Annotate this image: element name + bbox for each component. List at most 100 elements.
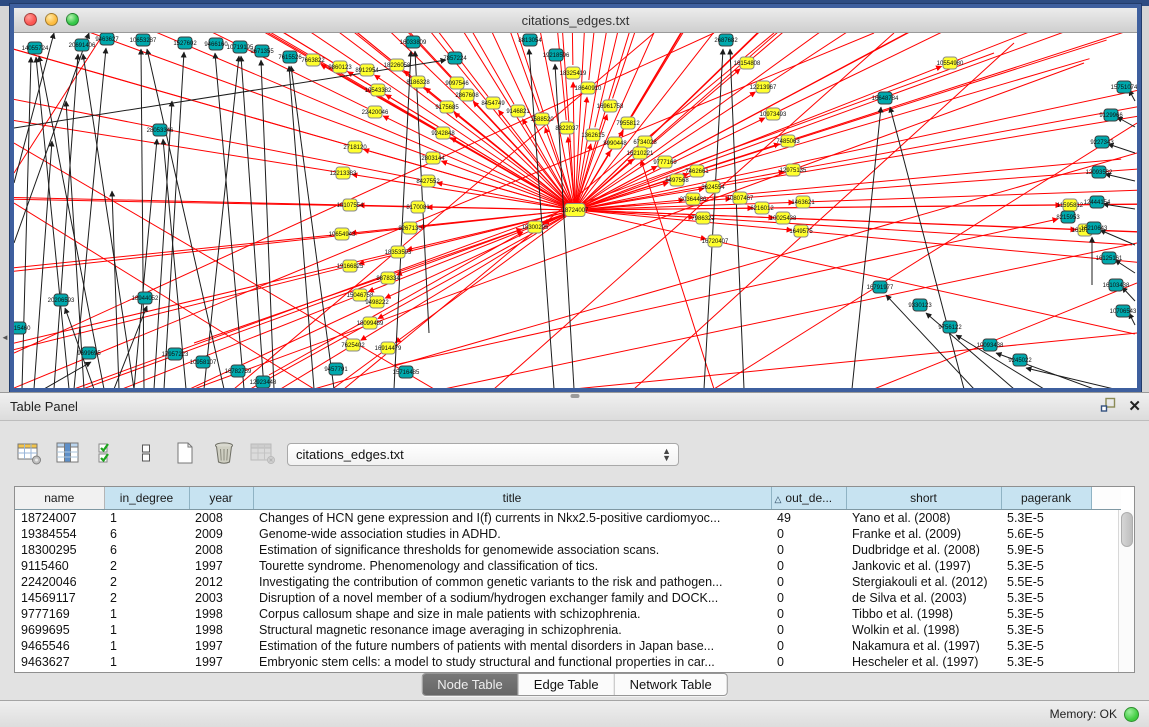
- column-header-short[interactable]: short: [846, 487, 1001, 510]
- graph-node[interactable]: 20206593: [48, 294, 75, 306]
- table-cell[interactable]: 5.3E-5: [1001, 510, 1091, 527]
- table-cell[interactable]: Yano et al. (2008): [846, 510, 1001, 527]
- graph-node[interactable]: 14055724: [22, 42, 49, 54]
- graph-node[interactable]: 8813054: [518, 34, 542, 46]
- table-row[interactable]: 911546021997Tourette syndrome. Phenomeno…: [15, 558, 1121, 574]
- table-cell[interactable]: Franke et al. (2009): [846, 526, 1001, 542]
- float-window-icon[interactable]: [1100, 397, 1116, 417]
- graph-node[interactable]: 9129966: [1099, 109, 1123, 121]
- table-cell[interactable]: Structural magnetic resonance image aver…: [253, 622, 771, 638]
- table-cell[interactable]: 1997: [189, 654, 253, 670]
- graph-node[interactable]: 7625402: [341, 339, 365, 351]
- delete-table-icon[interactable]: [211, 440, 237, 466]
- graph-node[interactable]: 18107554: [337, 199, 364, 211]
- table-cell[interactable]: 0: [771, 606, 846, 622]
- table-cell[interactable]: 0: [771, 638, 846, 654]
- table-cell[interactable]: 2008: [189, 542, 253, 558]
- table-cell[interactable]: 0: [771, 558, 846, 574]
- graph-node[interactable]: 10543382: [365, 84, 392, 96]
- panel-drag-grip[interactable]: [570, 394, 579, 398]
- tab-edge-table[interactable]: Edge Table: [519, 674, 615, 695]
- table-select-dropdown[interactable]: citations_edges.txt ▲▼: [287, 443, 679, 466]
- memory-status-icon[interactable]: [1124, 707, 1139, 722]
- graph-node[interactable]: 9463627: [95, 33, 119, 45]
- graph-node[interactable]: 9756122: [938, 321, 962, 333]
- graph-node[interactable]: 16720407: [702, 235, 729, 247]
- graph-node[interactable]: 7462661: [685, 165, 709, 177]
- graph-node[interactable]: 19166825: [337, 260, 364, 272]
- close-window-button[interactable]: [24, 13, 37, 26]
- table-cell[interactable]: 5.3E-5: [1001, 638, 1091, 654]
- graph-node[interactable]: 7955812: [616, 117, 640, 129]
- graph-node[interactable]: 20691406: [69, 39, 96, 51]
- graph-node[interactable]: 8170081: [406, 201, 430, 213]
- graph-node[interactable]: 7615526: [278, 51, 302, 63]
- table-cell[interactable]: 9115460: [15, 558, 104, 574]
- graph-node[interactable]: 6734028: [633, 136, 657, 148]
- table-cell[interactable]: 2: [104, 590, 189, 606]
- table-cell[interactable]: 1: [104, 638, 189, 654]
- panel-collapse-arrow[interactable]: ◄: [1, 333, 9, 342]
- graph-node[interactable]: 18944052: [132, 292, 159, 304]
- table-row[interactable]: 1938455462009Genome-wide association stu…: [15, 526, 1121, 542]
- table-cell[interactable]: 49: [771, 510, 846, 527]
- table-cell[interactable]: 9777169: [15, 606, 104, 622]
- table-cell[interactable]: Wolkin et al. (1998): [846, 622, 1001, 638]
- table-row[interactable]: 2242004622012Investigating the contribut…: [15, 574, 1121, 590]
- table-cell[interactable]: 0: [771, 526, 846, 542]
- table-cell[interactable]: 0: [771, 542, 846, 558]
- table-cell[interactable]: Tourette syndrome. Phenomenology and cla…: [253, 558, 771, 574]
- graph-node[interactable]: 17957223: [162, 348, 189, 360]
- table-row[interactable]: 969969511998Structural magnetic resonanc…: [15, 622, 1121, 638]
- table-cell[interactable]: 2: [104, 574, 189, 590]
- column-header-in_degree[interactable]: in_degree: [104, 487, 189, 510]
- table-cell[interactable]: Stergiakouli et al. (2012): [846, 574, 1001, 590]
- table-cell[interactable]: 0: [771, 590, 846, 606]
- table-settings-icon[interactable]: [16, 440, 42, 466]
- table-cell[interactable]: 5.6E-5: [1001, 526, 1091, 542]
- graph-node[interactable]: 10093438: [977, 339, 1004, 351]
- graph-node[interactable]: 8878334: [376, 272, 400, 284]
- table-cell[interactable]: Investigating the contribution of common…: [253, 574, 771, 590]
- column-header-name[interactable]: name: [15, 487, 104, 510]
- table-row[interactable]: 977716911998Corpus callosum shape and si…: [15, 606, 1121, 622]
- table-cell[interactable]: 9465546: [15, 638, 104, 654]
- table-cell[interactable]: 5.3E-5: [1001, 606, 1091, 622]
- table-row[interactable]: 1872400712008Changes of HCN gene express…: [15, 510, 1121, 527]
- graph-node[interactable]: 8427552: [416, 175, 440, 187]
- table-cell[interactable]: 1998: [189, 622, 253, 638]
- graph-node[interactable]: 10025438: [770, 212, 797, 224]
- table-cell[interactable]: 1997: [189, 638, 253, 654]
- graph-node[interactable]: 1463621: [791, 196, 815, 208]
- table-cell[interactable]: 5.3E-5: [1001, 558, 1091, 574]
- graph-node[interactable]: 2718120: [343, 141, 367, 153]
- graph-node[interactable]: 18353593: [385, 246, 412, 258]
- column-header-out_de[interactable]: △out_de...: [771, 487, 846, 510]
- table-cell[interactable]: 2003: [189, 590, 253, 606]
- table-row[interactable]: 946554611997Estimation of the future num…: [15, 638, 1121, 654]
- table-cell[interactable]: Tibbo et al. (1998): [846, 606, 1001, 622]
- table-cell[interactable]: 18724007: [15, 510, 104, 527]
- table-cell[interactable]: Genome-wide association studies in ADHD.: [253, 526, 771, 542]
- graph-node[interactable]: 9671355: [250, 45, 274, 57]
- zoom-window-button[interactable]: [66, 13, 79, 26]
- table-cell[interactable]: 5.5E-5: [1001, 574, 1091, 590]
- graph-node[interactable]: 12923448: [250, 376, 277, 388]
- close-icon[interactable]: ✕: [1128, 399, 1141, 414]
- table-cell[interactable]: Jankovic et al. (1997): [846, 558, 1001, 574]
- graph-node[interactable]: 10654943: [329, 228, 356, 240]
- table-cell[interactable]: 2012: [189, 574, 253, 590]
- table-cell[interactable]: 5.3E-5: [1001, 590, 1091, 606]
- window-titlebar[interactable]: citations_edges.txt: [14, 8, 1137, 33]
- table-cell[interactable]: 1: [104, 606, 189, 622]
- tab-network-table[interactable]: Network Table: [615, 674, 727, 695]
- graph-node[interactable]: 9115460: [14, 322, 31, 334]
- graph-node[interactable]: 1649575: [789, 225, 813, 237]
- graph-node[interactable]: 18724007: [562, 204, 589, 217]
- graph-node[interactable]: 9245022: [1008, 354, 1032, 366]
- table-cell[interactable]: 0: [771, 654, 846, 670]
- table-cell[interactable]: 6: [104, 542, 189, 558]
- graph-node[interactable]: 9097546: [445, 77, 469, 89]
- table-cell[interactable]: 1998: [189, 606, 253, 622]
- table-row[interactable]: 1830029562008Estimation of significance …: [15, 542, 1121, 558]
